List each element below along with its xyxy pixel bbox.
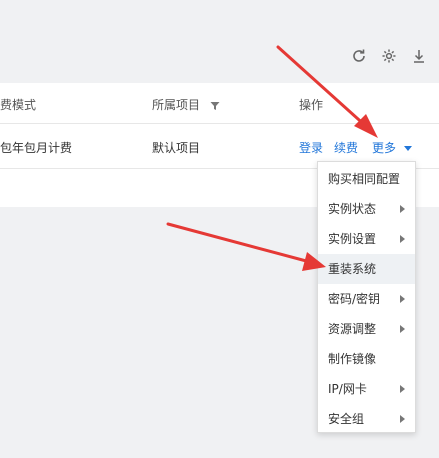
header-project: 所属项目 [152, 96, 220, 113]
menu-item-instance-status[interactable]: 实例状态 [318, 194, 415, 224]
refresh-icon[interactable] [351, 48, 367, 64]
cell-project: 默认项目 [152, 141, 201, 155]
cell-billing-mode: 按包年包月计费 [0, 141, 73, 155]
menu-item-security-group[interactable]: 安全组 [318, 404, 415, 434]
header-actions: 操作 [299, 98, 324, 112]
chevron-right-icon [400, 415, 405, 423]
menu-item-reinstall-system[interactable]: 重装系统 [318, 254, 415, 284]
more-dropdown[interactable]: 更多 [372, 139, 413, 156]
login-link[interactable]: 登录 [299, 139, 323, 156]
filter-icon[interactable] [210, 101, 220, 111]
table-toolbar [351, 48, 427, 64]
chevron-down-icon [404, 146, 413, 151]
header-billing-mode: 计费模式 [0, 98, 37, 112]
chevron-right-icon [400, 235, 405, 243]
annotation-arrow-reinstall [166, 222, 326, 271]
menu-item-buy-same-config[interactable]: 购买相同配置 [318, 164, 415, 194]
menu-item-resource-adjust[interactable]: 资源调整 [318, 314, 415, 344]
menu-item-password-key[interactable]: 密码/密钥 [318, 284, 415, 314]
settings-icon[interactable] [381, 48, 397, 64]
chevron-right-icon [400, 295, 405, 303]
renew-link[interactable]: 续费 [334, 139, 358, 156]
more-actions-menu: 购买相同配置 实例状态 实例设置 重装系统 密码/密钥 资源调整 制作镜像 IP… [317, 161, 416, 433]
table-header: 计费模式 所属项目 操作 [0, 83, 439, 124]
menu-item-ip-nic[interactable]: IP/网卡 [318, 374, 415, 404]
download-icon[interactable] [411, 48, 427, 64]
menu-item-instance-settings[interactable]: 实例设置 [318, 224, 415, 254]
chevron-right-icon [400, 385, 405, 393]
chevron-right-icon [400, 325, 405, 333]
menu-item-create-image[interactable]: 制作镜像 [318, 344, 415, 374]
chevron-right-icon [400, 205, 405, 213]
